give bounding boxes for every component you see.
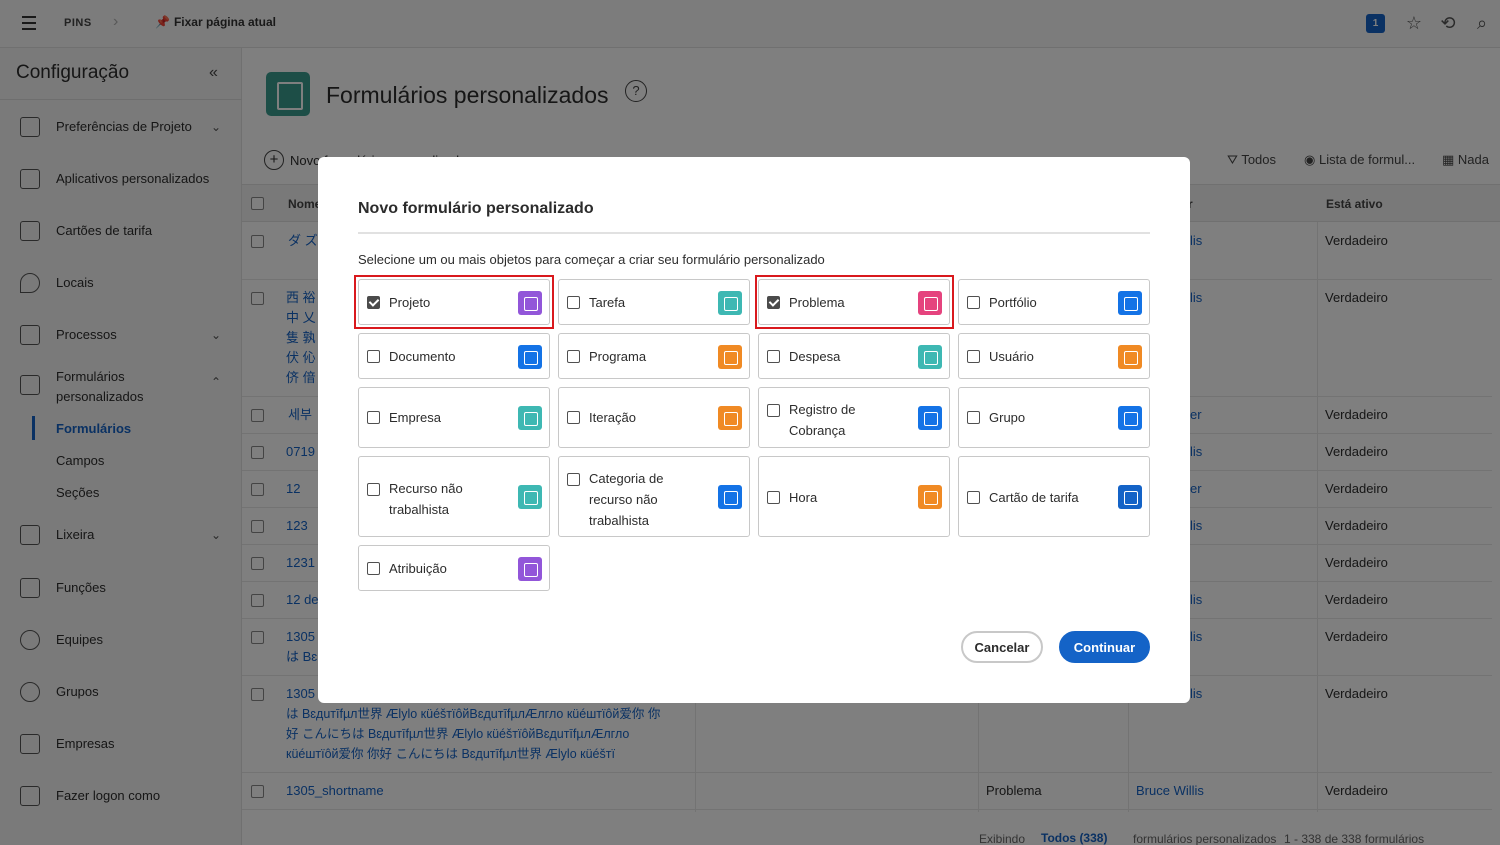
group-icon [1118, 406, 1142, 430]
option-label: Usuário [989, 349, 1034, 364]
option-expense[interactable]: Despesa [758, 333, 950, 379]
highlight-frame [354, 275, 554, 329]
option-program[interactable]: Programa [558, 333, 750, 379]
option-assignment[interactable]: Atribuição [358, 545, 550, 591]
task-icon [718, 291, 742, 315]
option-checkbox[interactable] [767, 350, 780, 363]
option-checkbox[interactable] [767, 404, 780, 417]
option-task[interactable]: Tarefa [558, 279, 750, 325]
company-icon [518, 406, 542, 430]
cancel-button[interactable]: Cancelar [961, 631, 1043, 663]
option-label: Cartão de tarifa [989, 490, 1079, 505]
option-label: Documento [389, 349, 456, 364]
iteration-icon [718, 406, 742, 430]
assignment-icon [518, 557, 542, 581]
option-checkbox[interactable] [967, 350, 980, 363]
option-document[interactable]: Documento [358, 333, 550, 379]
option-company[interactable]: Empresa [358, 387, 550, 448]
billing-record-icon [918, 406, 942, 430]
option-checkbox[interactable] [967, 491, 980, 504]
option-checkbox[interactable] [367, 411, 380, 424]
option-rate-card[interactable]: Cartão de tarifa [958, 456, 1150, 537]
option-label: Tarefa [589, 295, 626, 310]
dialog-description: Selecione um ou mais objetos para começa… [358, 252, 825, 267]
option-checkbox[interactable] [567, 350, 580, 363]
option-checkbox[interactable] [567, 411, 580, 424]
dialog-title: Novo formulário personalizado [358, 200, 594, 217]
option-user[interactable]: Usuário [958, 333, 1150, 379]
option-checkbox[interactable] [567, 473, 580, 486]
option-checkbox[interactable] [967, 296, 980, 309]
hour-icon [918, 485, 942, 509]
user-icon [1118, 345, 1142, 369]
option-label: Iteração [589, 410, 636, 425]
non-labor-category-icon [718, 485, 742, 509]
document-icon [518, 345, 542, 369]
option-checkbox[interactable] [967, 411, 980, 424]
option-label: Empresa [389, 410, 442, 425]
option-checkbox[interactable] [767, 491, 780, 504]
option-label: Hora [789, 490, 818, 505]
option-iteration[interactable]: Iteração [558, 387, 750, 448]
rate-card-icon [1118, 485, 1142, 509]
option-hour[interactable]: Hora [758, 456, 950, 537]
option-label: Grupo [989, 410, 1026, 425]
option-non-labor-resource-category[interactable]: Categoria de recurso não trabalhista [558, 456, 750, 537]
dialog-divider [358, 232, 1150, 234]
option-label: Recurso não trabalhista [389, 481, 463, 517]
option-portfolio[interactable]: Portfólio [958, 279, 1150, 325]
expense-icon [918, 345, 942, 369]
option-label: Programa [589, 349, 647, 364]
continue-button[interactable]: Continuar [1059, 631, 1150, 663]
new-custom-form-dialog: Novo formulário personalizado Selecione … [318, 157, 1190, 703]
option-label: Atribuição [389, 561, 447, 576]
program-icon [718, 345, 742, 369]
non-labor-resource-icon [518, 485, 542, 509]
option-checkbox[interactable] [367, 350, 380, 363]
portfolio-icon [1118, 291, 1142, 315]
option-billing-record[interactable]: Registro de Cobrança [758, 387, 950, 448]
option-non-labor-resource[interactable]: Recurso não trabalhista [358, 456, 550, 537]
option-checkbox[interactable] [367, 562, 380, 575]
option-checkbox[interactable] [567, 296, 580, 309]
option-label: Registro de Cobrança [789, 402, 856, 438]
option-label: Categoria de recurso não trabalhista [589, 471, 664, 528]
option-label: Portfólio [989, 295, 1037, 310]
option-checkbox[interactable] [367, 483, 380, 496]
option-group[interactable]: Grupo [958, 387, 1150, 448]
option-label: Despesa [789, 349, 841, 364]
highlight-frame [755, 275, 954, 329]
